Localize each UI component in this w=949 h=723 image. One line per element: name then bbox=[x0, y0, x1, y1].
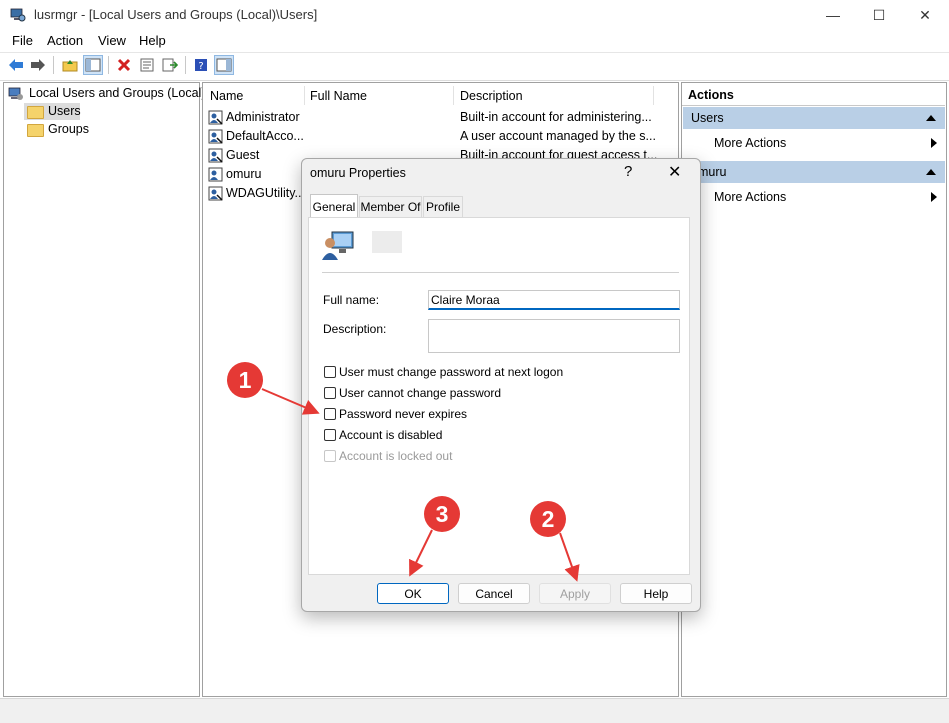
user-row-name[interactable]: DefaultAcco... bbox=[226, 129, 304, 143]
user-row-name[interactable]: Administrator bbox=[226, 110, 300, 124]
tab-member-of[interactable]: Member Of bbox=[359, 196, 422, 217]
maximize-icon: ☐ bbox=[872, 6, 886, 23]
user-icon bbox=[208, 186, 223, 204]
checkbox-label: User must change password at next logon bbox=[339, 365, 564, 379]
apply-button: Apply bbox=[539, 583, 611, 604]
full-name-label: Full name: bbox=[323, 293, 380, 307]
menu-help[interactable]: Help bbox=[139, 33, 166, 48]
ok-button[interactable]: OK bbox=[377, 583, 449, 604]
cancel-button[interactable]: Cancel bbox=[458, 583, 530, 604]
tree-root[interactable]: Local Users and Groups (Local) bbox=[29, 86, 205, 100]
delete-icon[interactable] bbox=[114, 55, 134, 75]
actions-section-omuru[interactable]: omuru bbox=[683, 161, 945, 183]
dialog-help-icon[interactable]: ? bbox=[624, 163, 632, 180]
minimize-button[interactable]: — bbox=[810, 0, 856, 30]
properties-icon[interactable] bbox=[137, 55, 157, 75]
tab-general[interactable]: General bbox=[310, 194, 358, 218]
user-row-name[interactable]: Guest bbox=[226, 148, 259, 162]
close-icon: ✕ bbox=[919, 6, 931, 23]
close-button[interactable]: ✕ bbox=[902, 0, 948, 30]
tree-item-groups[interactable]: Groups bbox=[48, 122, 89, 136]
collapse-up-icon[interactable] bbox=[926, 115, 936, 121]
submenu-arrow-icon bbox=[931, 192, 937, 202]
username-blurred-text bbox=[372, 231, 402, 253]
annotation-badge-2: 2 bbox=[530, 501, 566, 537]
folder-icon bbox=[27, 124, 44, 140]
column-header-full-name[interactable]: Full Name bbox=[303, 83, 453, 108]
user-row-name[interactable]: omuru bbox=[226, 167, 261, 181]
help-icon[interactable]: ? bbox=[191, 55, 211, 75]
account-locked-out-checkbox bbox=[324, 450, 336, 462]
computer-users-icon bbox=[8, 86, 24, 105]
user-avatar-icon bbox=[321, 229, 355, 264]
dialog-title: omuru Properties bbox=[310, 166, 406, 180]
description-label: Description: bbox=[323, 322, 387, 336]
minimize-icon: — bbox=[826, 7, 840, 23]
user-row-name[interactable]: WDAGUtility... bbox=[226, 186, 305, 200]
up-folder-icon[interactable] bbox=[60, 55, 80, 75]
must-change-password-checkbox[interactable] bbox=[324, 366, 336, 378]
actions-section-title: Users bbox=[691, 111, 724, 125]
show-hide-action-pane-icon[interactable] bbox=[214, 55, 234, 75]
window-title: lusrmgr - [Local Users and Groups (Local… bbox=[34, 7, 318, 22]
checkbox-label: Account is locked out bbox=[339, 449, 453, 463]
user-row-description: Built-in account for administering... bbox=[460, 110, 652, 124]
user-row-description: A user account managed by the s... bbox=[460, 129, 656, 143]
full-name-input[interactable]: Claire Moraa bbox=[428, 290, 680, 310]
account-disabled-checkbox[interactable] bbox=[324, 429, 336, 441]
computer-management-icon bbox=[10, 7, 26, 23]
password-never-expires-checkbox[interactable] bbox=[324, 408, 336, 420]
maximize-button[interactable]: ☐ bbox=[856, 0, 902, 30]
menu-action[interactable]: Action bbox=[47, 33, 83, 48]
column-header-description[interactable]: Description bbox=[453, 83, 653, 108]
user-icon bbox=[208, 110, 223, 128]
checkbox-label: Password never expires bbox=[339, 407, 468, 421]
toolbar-separator bbox=[53, 56, 54, 74]
tree-pane bbox=[3, 82, 200, 697]
back-arrow-icon[interactable] bbox=[6, 55, 26, 75]
export-list-icon[interactable] bbox=[160, 55, 180, 75]
column-separator bbox=[653, 86, 654, 105]
menu-file[interactable]: File bbox=[12, 33, 33, 48]
collapse-up-icon[interactable] bbox=[926, 169, 936, 175]
dialog-close-icon[interactable]: ✕ bbox=[668, 162, 681, 182]
column-header-name[interactable]: Name bbox=[203, 83, 303, 108]
help-button[interactable]: Help bbox=[620, 583, 692, 604]
divider bbox=[322, 272, 679, 273]
actions-section-users[interactable]: Users bbox=[683, 107, 945, 129]
user-icon bbox=[208, 167, 223, 185]
user-icon bbox=[208, 129, 223, 147]
checkbox-label: User cannot change password bbox=[339, 386, 502, 400]
actions-header: Actions bbox=[688, 88, 734, 102]
checkbox-label: Account is disabled bbox=[339, 428, 443, 442]
more-actions-omuru[interactable]: More Actions bbox=[714, 190, 786, 204]
show-hide-tree-icon[interactable] bbox=[83, 55, 103, 75]
menu-view[interactable]: View bbox=[98, 33, 126, 48]
forward-arrow-icon[interactable] bbox=[28, 55, 48, 75]
tree-item-users[interactable]: Users bbox=[48, 104, 81, 118]
more-actions-users[interactable]: More Actions bbox=[714, 136, 786, 150]
svg-text:?: ? bbox=[198, 61, 203, 72]
annotation-badge-3: 3 bbox=[424, 496, 460, 532]
annotation-badge-1: 1 bbox=[227, 362, 263, 398]
status-bar bbox=[0, 698, 949, 723]
user-icon bbox=[208, 148, 223, 166]
folder-icon bbox=[27, 106, 44, 122]
submenu-arrow-icon bbox=[931, 138, 937, 148]
cannot-change-password-checkbox[interactable] bbox=[324, 387, 336, 399]
tab-profile[interactable]: Profile bbox=[423, 196, 463, 217]
description-input[interactable] bbox=[428, 319, 680, 353]
toolbar-separator bbox=[108, 56, 109, 74]
toolbar-separator bbox=[185, 56, 186, 74]
